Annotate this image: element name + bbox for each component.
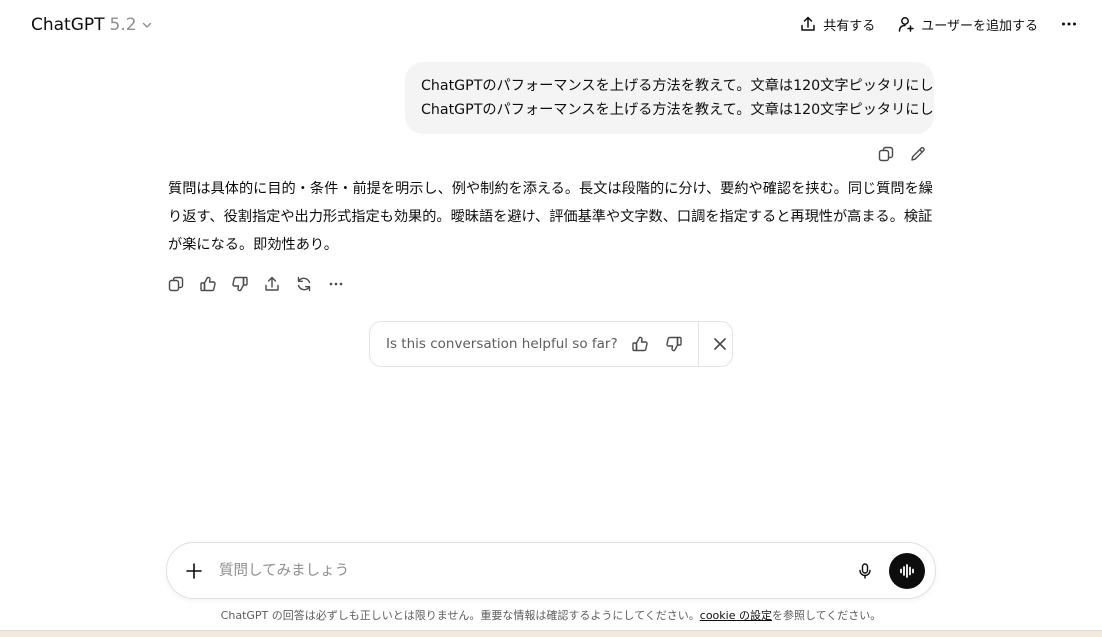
prompt-input[interactable] [219, 557, 819, 585]
share-label: 共有する [823, 18, 876, 34]
more-actions-button[interactable] [324, 272, 348, 296]
thumbs-up-icon [631, 335, 649, 353]
model-switcher[interactable]: ChatGPT 5.2 [22, 11, 162, 39]
voice-mode-icon [898, 562, 916, 580]
add-user-icon [897, 15, 915, 33]
thumbs-down-icon [665, 335, 683, 353]
copy-user-message-button[interactable] [874, 142, 898, 166]
bad-response-button[interactable] [228, 272, 252, 296]
mic-icon [856, 562, 874, 580]
copy-response-button[interactable] [164, 272, 188, 296]
feedback-thumbs-down-button[interactable] [662, 332, 686, 356]
share-response-button[interactable] [260, 272, 284, 296]
disclaimer: ChatGPT の回答は必ずしも正しいとは限りません。重要な情報は確認するように… [0, 607, 1102, 623]
share-icon [799, 15, 817, 33]
dictate-button[interactable] [853, 559, 877, 583]
add-user-button[interactable]: ユーザーを追加する [897, 15, 1038, 34]
copy-icon [877, 145, 895, 163]
voice-mode-button[interactable] [889, 553, 925, 589]
feedback-close-button[interactable] [709, 332, 732, 356]
model-version: 5.2 [109, 15, 137, 35]
thumbs-up-icon [199, 275, 217, 293]
copy-icon [167, 275, 185, 293]
regenerate-icon [295, 275, 313, 293]
add-user-label: ユーザーを追加する [921, 18, 1038, 34]
more-options-button[interactable] [1060, 15, 1078, 33]
window-bottom-edge [0, 630, 1102, 637]
disclaimer-suffix: を参照してください。 [771, 609, 882, 622]
header-actions: 共有する ユーザーを追加する [799, 11, 1078, 37]
edit-icon [909, 145, 927, 163]
user-message-line: ChatGPTのパフォーマンスを上げる方法を教えて。文章は120文字ピッタリにし… [421, 78, 934, 94]
feedback-thumbs-up-button[interactable] [628, 332, 652, 356]
thumbs-down-icon [231, 275, 249, 293]
regenerate-button[interactable] [292, 272, 316, 296]
user-message-bubble: ChatGPTのパフォーマンスを上げる方法を教えて。文章は120文字ピッタリにし… [405, 62, 934, 134]
feedback-question: Is this conversation helpful so far? [386, 336, 618, 352]
attach-button[interactable] [182, 559, 206, 583]
assistant-message-actions [164, 272, 348, 296]
more-icon [327, 275, 345, 293]
chevron-down-icon [141, 19, 153, 31]
feedback-prompt: Is this conversation helpful so far? [369, 321, 733, 367]
top-header: ChatGPT 5.2 共有する ユーザーを追加する [0, 0, 1102, 48]
plus-icon [184, 561, 204, 581]
assistant-message: 質問は具体的に目的・条件・前提を明示し、例や制約を添える。長文は段階的に分け、要… [168, 181, 933, 253]
feedback-buttons [628, 332, 686, 356]
share-icon [263, 275, 281, 293]
feedback-divider [697, 322, 699, 366]
model-name: ChatGPT [31, 15, 105, 35]
message-composer [166, 542, 936, 599]
edit-message-button[interactable] [906, 142, 930, 166]
user-message-line: ChatGPTのパフォーマンスを上げる方法を教えて。文章は120文字ピッタリにし… [421, 102, 934, 118]
more-icon [1060, 15, 1078, 33]
disclaimer-text: ChatGPT の回答は必ずしも正しいとは限りません。重要な情報は確認するように… [220, 609, 700, 622]
good-response-button[interactable] [196, 272, 220, 296]
share-button[interactable]: 共有する [799, 15, 875, 34]
close-icon [712, 336, 728, 352]
cookie-settings-link[interactable]: cookie の設定 [700, 609, 772, 622]
user-message-actions [874, 142, 930, 166]
